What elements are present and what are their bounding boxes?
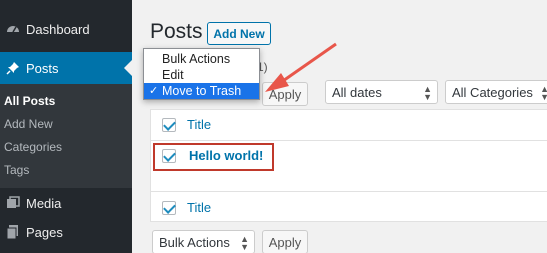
select-arrows-icon: ▲ ▼: [240, 234, 249, 252]
checkmark-icon: ✓: [149, 85, 159, 97]
select-all-checkbox[interactable]: [162, 118, 176, 132]
sidebar-item-label: Media: [26, 195, 62, 211]
apply-button-bottom[interactable]: Apply: [262, 230, 308, 253]
sidebar-item-dashboard[interactable]: Dashboard: [0, 13, 132, 45]
option-move-to-trash[interactable]: ✓ Move to Trash: [144, 83, 259, 99]
sidebar-item-media[interactable]: Media: [0, 187, 132, 219]
row-divider: [151, 191, 547, 192]
row-divider: [151, 140, 547, 141]
category-filter-select[interactable]: All Categories ▲ ▼: [445, 80, 547, 104]
bulk-actions-dropdown[interactable]: Bulk Actions Edit ✓ Move to Trash: [143, 48, 260, 100]
sidebar-item-posts[interactable]: Posts: [0, 52, 132, 84]
add-new-button[interactable]: Add New: [207, 22, 271, 45]
submenu-categories[interactable]: Categories: [4, 140, 62, 154]
select-arrows-icon: ▲ ▼: [423, 84, 432, 102]
submenu-all-posts[interactable]: All Posts: [4, 94, 55, 108]
pages-icon: [4, 223, 22, 241]
sidebar-item-pages[interactable]: Pages: [0, 216, 132, 248]
apply-button[interactable]: Apply: [262, 82, 308, 106]
date-filter-select[interactable]: All dates ▲ ▼: [325, 80, 438, 104]
sidebar-item-label: Pages: [26, 224, 63, 240]
sidebar-item-label: Posts: [26, 60, 59, 76]
date-filter-value: All dates: [332, 84, 382, 100]
select-arrows-icon: ▲ ▼: [540, 84, 547, 102]
submenu-add-new[interactable]: Add New: [4, 117, 53, 131]
highlight-box: [153, 143, 274, 171]
submenu-tags[interactable]: Tags: [4, 163, 29, 177]
dashboard-icon: [4, 20, 22, 38]
posts-submenu: All Posts Add New Categories Tags: [0, 84, 132, 188]
media-icon: [4, 194, 22, 212]
sidebar-item-label: Dashboard: [26, 21, 90, 37]
column-footer-title[interactable]: Title: [187, 200, 211, 215]
select-all-checkbox-footer[interactable]: [162, 201, 176, 215]
option-bulk-actions[interactable]: Bulk Actions: [144, 51, 259, 67]
admin-sidebar: Dashboard Posts All Posts Add New Catego…: [0, 0, 132, 253]
column-header-title[interactable]: Title: [187, 117, 211, 132]
pin-icon: [4, 59, 22, 77]
page-title: Posts: [150, 20, 203, 43]
category-filter-value: All Categories: [452, 84, 533, 100]
option-label: Move to Trash: [162, 84, 242, 98]
option-edit[interactable]: Edit: [144, 67, 259, 83]
bulk-actions-value: Bulk Actions: [159, 234, 230, 250]
bulk-actions-select-bottom[interactable]: Bulk Actions ▲ ▼: [152, 230, 255, 253]
